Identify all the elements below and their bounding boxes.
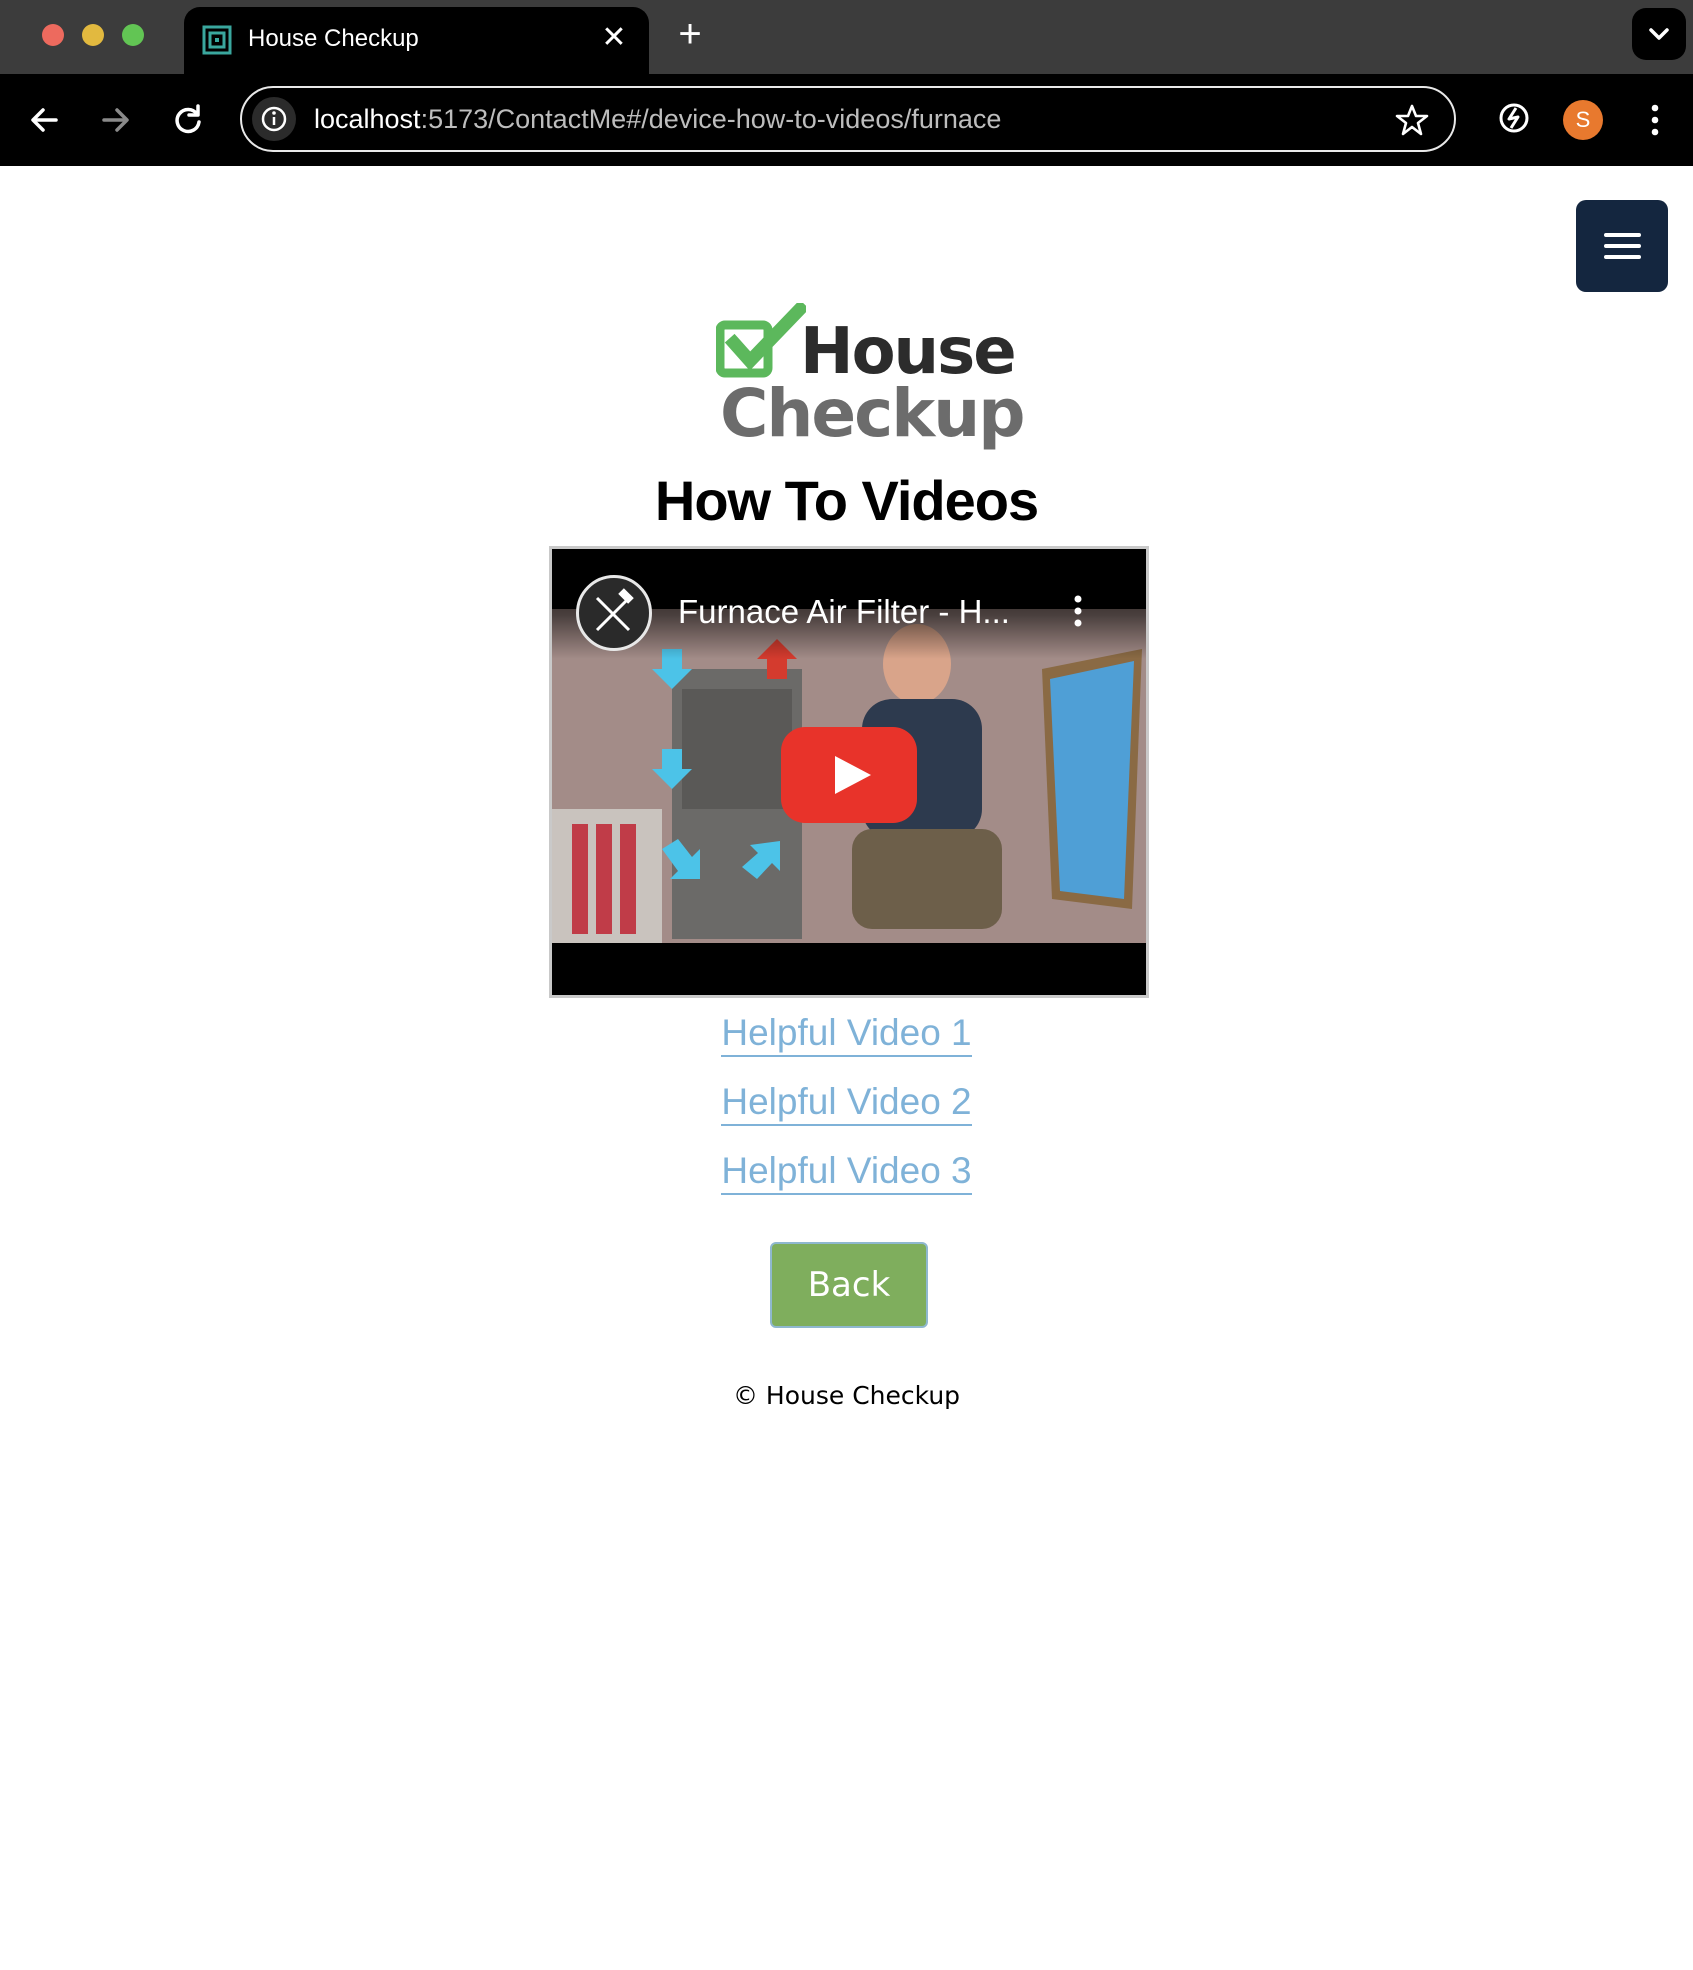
tools-icon xyxy=(595,588,634,632)
forward-arrow-icon[interactable] xyxy=(96,100,136,140)
chevron-down-icon xyxy=(1649,28,1669,40)
hamburger-icon xyxy=(1604,244,1641,248)
checkbox-check-icon xyxy=(716,303,806,378)
reload-icon[interactable] xyxy=(168,100,208,140)
tab-close-icon[interactable]: ✕ xyxy=(597,21,631,55)
helpful-video-link-2-row: Helpful Video 2 xyxy=(0,1081,1693,1126)
helpful-video-link-3-row: Helpful Video 3 xyxy=(0,1150,1693,1195)
embedded-video-player[interactable]: Furnace Air Filter - H... xyxy=(549,546,1149,998)
menu-button[interactable] xyxy=(1576,200,1668,292)
tab-search-button[interactable] xyxy=(1632,8,1686,60)
play-button[interactable] xyxy=(781,727,917,823)
url-path: :5173/ContactMe#/device-how-to-videos/fu… xyxy=(420,104,1002,134)
bookmark-star-icon[interactable] xyxy=(1394,102,1430,138)
browser-tab-bar: House Checkup ✕ + xyxy=(0,0,1693,74)
more-vertical-icon[interactable] xyxy=(1068,589,1088,633)
back-arrow-icon[interactable] xyxy=(24,100,64,140)
new-tab-button[interactable]: + xyxy=(670,14,710,54)
footer-copyright: © House Checkup xyxy=(732,1381,961,1410)
site-favicon-icon xyxy=(202,25,232,55)
window-minimize-button[interactable] xyxy=(82,24,104,46)
url-text[interactable]: localhost:5173/ContactMe#/device-how-to-… xyxy=(314,104,1001,135)
browser-toolbar: localhost:5173/ContactMe#/device-how-to-… xyxy=(0,74,1693,166)
window-close-button[interactable] xyxy=(42,24,64,46)
browser-tab-active[interactable]: House Checkup ✕ xyxy=(184,7,649,74)
extension-icon[interactable] xyxy=(1494,98,1534,138)
window-maximize-button[interactable] xyxy=(122,24,144,46)
profile-avatar[interactable]: S xyxy=(1563,100,1603,140)
helpful-video-link-1-row: Helpful Video 1 xyxy=(0,1012,1693,1057)
video-title[interactable]: Furnace Air Filter - H... xyxy=(678,593,1010,631)
helpful-video-link-1[interactable]: Helpful Video 1 xyxy=(721,1012,972,1057)
logo-text-checkup: Checkup xyxy=(720,375,1025,452)
helpful-video-link-2[interactable]: Helpful Video 2 xyxy=(721,1081,972,1126)
house-checkup-logo: House Checkup xyxy=(716,303,1025,453)
url-host: localhost xyxy=(314,104,421,134)
site-info-icon[interactable] xyxy=(252,97,296,141)
address-bar[interactable]: localhost:5173/ContactMe#/device-how-to-… xyxy=(240,86,1456,152)
channel-avatar[interactable] xyxy=(576,575,652,651)
back-button[interactable]: Back xyxy=(770,1242,928,1328)
page-title: How To Videos xyxy=(654,469,1039,532)
browser-menu-icon[interactable] xyxy=(1640,98,1670,142)
hamburger-icon xyxy=(1604,255,1641,259)
helpful-video-link-3[interactable]: Helpful Video 3 xyxy=(721,1150,972,1195)
hamburger-icon xyxy=(1604,233,1641,237)
tab-title: House Checkup xyxy=(248,25,419,52)
